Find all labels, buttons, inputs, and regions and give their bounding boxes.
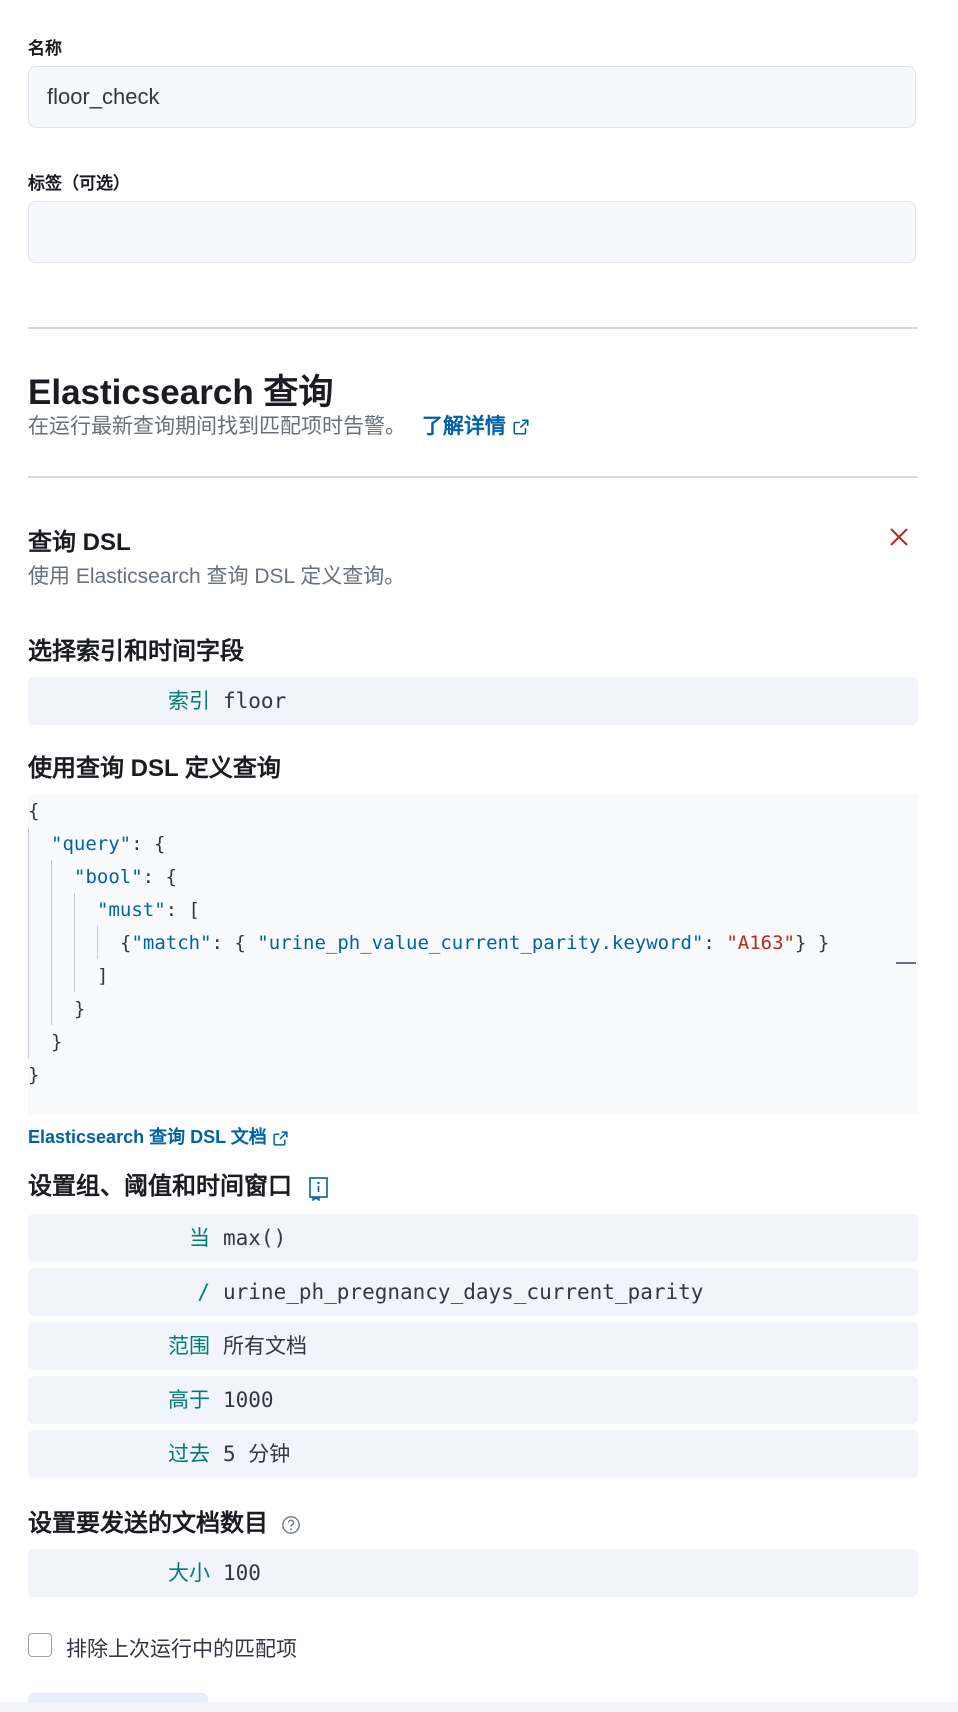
code-line: ] [97, 965, 109, 987]
code-punct: } } [794, 932, 830, 954]
rule-type-description: 在运行最新查询期间找到匹配项时告警。 了解详情 [28, 410, 530, 440]
dsl-docs-link[interactable]: Elasticsearch 查询 DSL 文档 [28, 1123, 289, 1149]
code-punct: : { [131, 833, 166, 855]
indent-guide [74, 893, 75, 992]
info-docs-icon[interactable] [307, 1175, 331, 1201]
learn-more-link[interactable]: 了解详情 [422, 415, 530, 438]
index-expression[interactable]: 索引 floor [28, 677, 918, 725]
dsl-description: 使用 Elasticsearch 查询 DSL 定义查询。 [28, 565, 406, 588]
code-key: "query" [51, 833, 132, 855]
exclude-matches-label: 排除上次运行中的匹配项 [66, 1638, 297, 1661]
expression-value: floor [223, 689, 287, 713]
expression-key: 高于 [168, 1388, 210, 1412]
minimap-marker [896, 962, 916, 964]
external-link-icon [273, 1131, 288, 1146]
expression-key: 过去 [168, 1442, 210, 1466]
threshold-row-of[interactable]: / urine_ph_pregnancy_days_current_parity [28, 1268, 918, 1316]
learn-more-label: 了解详情 [421, 415, 506, 438]
code-line: "bool": { [74, 861, 177, 894]
expression-value: 所有文档 [223, 1334, 307, 1358]
expression-value: 5 分钟 [223, 1442, 291, 1466]
threshold-row-over[interactable]: 范围 所有文档 [28, 1322, 918, 1370]
expression-key: 索引 [168, 689, 210, 713]
tags-input[interactable] [28, 201, 916, 263]
name-label: 名称 [28, 39, 62, 58]
expression-key: 大小 [168, 1561, 210, 1585]
rule-form: 名称 floor_check 标签（可选） Elasticsearch 查询 在… [0, 0, 958, 1712]
size-title-text: 设置要发送的文档数目 [28, 1510, 268, 1537]
code-line: } [51, 1031, 63, 1053]
rule-type-title: Elasticsearch 查询 [28, 373, 334, 412]
code-punct: : [ [165, 899, 200, 921]
threshold-title-text: 设置组、阈值和时间窗口 [28, 1173, 292, 1200]
close-icon[interactable] [888, 526, 910, 548]
question-icon[interactable] [281, 1515, 301, 1535]
indent-guide [28, 827, 29, 1058]
expression-key: 范围 [168, 1334, 210, 1358]
bottom-bar [0, 1702, 958, 1712]
code-line: {"match": { "urine_ph_value_current_pari… [120, 927, 829, 960]
code-line: "must": [ [97, 894, 200, 927]
code-line: } [74, 998, 86, 1020]
size-section-title: 设置要发送的文档数目 [28, 1503, 301, 1538]
tags-label: 标签（可选） [28, 174, 130, 193]
indent-guide [97, 926, 98, 959]
code-punct: : [703, 932, 727, 954]
section-divider [28, 476, 918, 478]
code-string: "A163" [726, 932, 795, 954]
dsl-title: 查询 DSL [28, 529, 131, 556]
threshold-section-title: 设置组、阈值和时间窗口 [28, 1166, 331, 1201]
code-key: "match" [131, 932, 212, 954]
threshold-row-above[interactable]: 高于 1000 [28, 1376, 918, 1424]
expression-value: urine_ph_pregnancy_days_current_parity [223, 1280, 704, 1304]
name-input[interactable]: floor_check [28, 66, 916, 128]
index-section-title: 选择索引和时间字段 [28, 638, 244, 665]
dsl-docs-label: Elasticsearch 查询 DSL 文档 [28, 1127, 267, 1147]
indent-guide [51, 860, 52, 1025]
section-divider [28, 327, 918, 329]
threshold-row-when[interactable]: 当 max() [28, 1214, 918, 1262]
exclude-matches-checkbox[interactable] [28, 1633, 52, 1657]
external-link-icon [513, 419, 529, 435]
size-expression[interactable]: 大小 100 [28, 1549, 918, 1597]
expression-value: 1000 [223, 1388, 274, 1412]
threshold-row-for-last[interactable]: 过去 5 分钟 [28, 1430, 918, 1478]
code-key: "must" [97, 899, 166, 921]
code-punct: : { [142, 866, 177, 888]
rule-type-description-text: 在运行最新查询期间找到匹配项时告警。 [28, 415, 406, 438]
expression-key: 当 [189, 1226, 210, 1250]
query-section-title: 使用查询 DSL 定义查询 [28, 755, 281, 782]
code-line: { [28, 800, 40, 822]
code-key: "urine_ph_value_current_parity.keyword" [257, 932, 704, 954]
code-line: "query": { [51, 828, 165, 861]
code-key: "bool" [74, 866, 143, 888]
expression-value: max() [223, 1226, 287, 1250]
code-line: } [28, 1064, 40, 1086]
expression-key: / [197, 1280, 210, 1304]
code-punct: : { [211, 932, 258, 954]
query-code-editor[interactable]: { "query": { "bool": { "must": [ {"match… [28, 794, 918, 1114]
code-punct: { [120, 932, 132, 954]
expression-value: 100 [223, 1561, 261, 1585]
